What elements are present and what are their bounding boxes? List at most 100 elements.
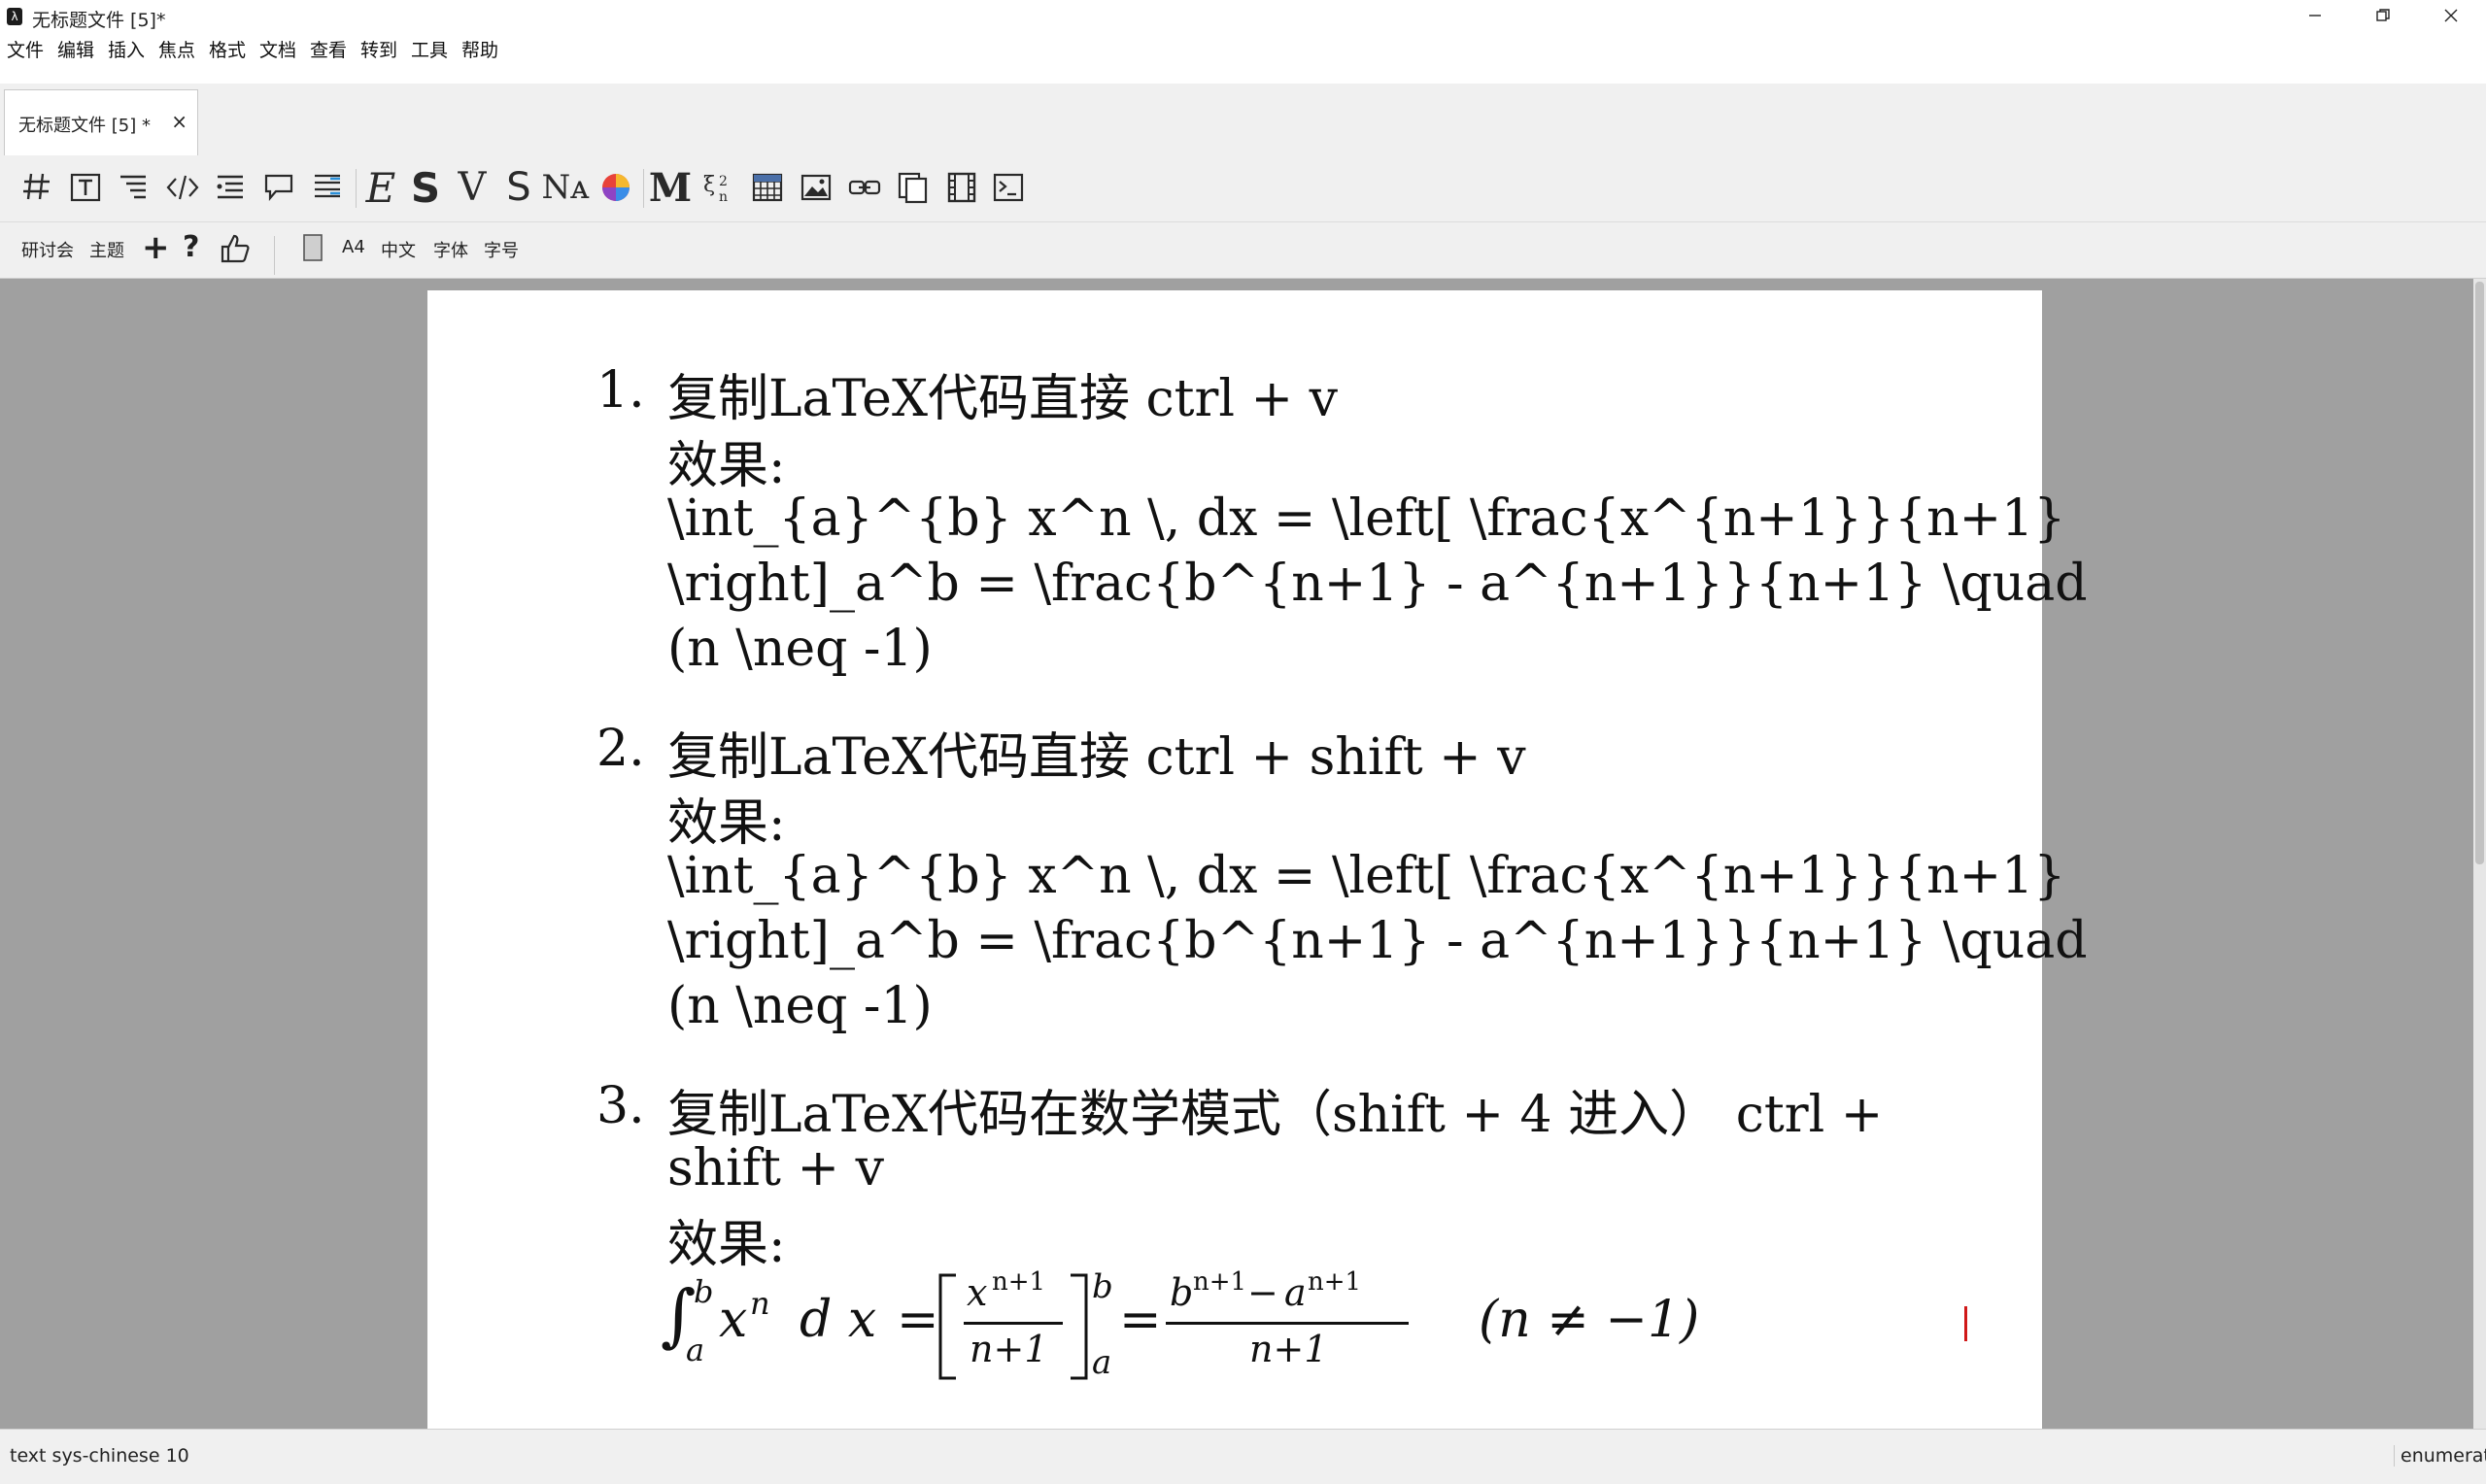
menu-help[interactable]: 帮助: [461, 36, 498, 62]
small-caps-icon[interactable]: Nᴀ: [542, 165, 590, 210]
scrollbar-thumb[interactable]: [2475, 282, 2484, 864]
menu-insert[interactable]: 插入: [108, 36, 145, 62]
page-icon[interactable]: [291, 226, 334, 271]
text-box-icon[interactable]: [64, 165, 107, 210]
tab-label: 无标题文件 [5] *: [18, 116, 151, 136]
emphasis-icon[interactable]: E: [359, 164, 402, 212]
document-toolbar: 研讨会 主题 + ? A4 中文 字体 字号: [0, 222, 2486, 279]
integrand-base: x: [719, 1291, 748, 1349]
effect-label: 效果:: [667, 437, 786, 495]
differential: d x: [800, 1291, 877, 1349]
formula-icon[interactable]: ξ2n: [698, 165, 740, 210]
latex-code-line: \int_{a}^{b} x^n \, dx = \left[ \frac{x^…: [667, 489, 2066, 548]
equals-sign: =: [897, 1291, 939, 1349]
svg-text:n: n: [719, 189, 728, 205]
equals-sign: =: [1119, 1291, 1162, 1349]
sans-serif-icon[interactable]: S: [497, 165, 540, 210]
status-mode: text sys-chinese 10: [10, 1445, 189, 1467]
restore-icon: [2376, 9, 2390, 21]
latex-code-line: (n \neq -1): [667, 977, 933, 1035]
fraction2-denominator: n+1: [1249, 1328, 1328, 1370]
menu-tools[interactable]: 工具: [411, 36, 448, 62]
status-context: enumerate: [2394, 1445, 2486, 1467]
table-icon[interactable]: [746, 165, 789, 210]
item-heading: 复制LaTeX代码直接 ctrl + v: [667, 370, 1339, 428]
help-button[interactable]: ?: [183, 230, 199, 264]
condition: (n ≠ −1): [1479, 1291, 1700, 1349]
strong-icon[interactable]: S: [404, 164, 447, 212]
color-wheel-icon[interactable]: [595, 165, 637, 210]
menu-file[interactable]: 文件: [7, 36, 44, 62]
fraction2-numerator-b-power: n+1: [1193, 1267, 1247, 1297]
item-heading: 复制LaTeX代码直接 ctrl + shift + v: [667, 728, 1526, 787]
text-cursor: [1964, 1306, 1967, 1341]
menu-go[interactable]: 转到: [360, 36, 397, 62]
integrand-power: n: [750, 1285, 770, 1322]
list-number: 1.: [596, 361, 645, 420]
font-size-button[interactable]: 字号: [484, 237, 519, 262]
bracket-upper-limit: b: [1092, 1267, 1113, 1306]
film-icon[interactable]: [940, 165, 983, 210]
status-bar: text sys-chinese 10 enumerate: [0, 1429, 2486, 1484]
terminal-icon[interactable]: [987, 165, 1030, 210]
texmacs-icon: λ: [7, 8, 22, 25]
list-number: 3.: [596, 1077, 645, 1135]
seminar-style-button[interactable]: 研讨会: [21, 237, 74, 262]
item-heading: 复制LaTeX代码在数学模式（shift + 4 进入） ctrl +: [667, 1086, 1884, 1144]
svg-text:ξ: ξ: [703, 173, 715, 197]
language-button[interactable]: 中文: [381, 237, 416, 262]
left-bracket: [938, 1273, 956, 1380]
right-bracket: [1071, 1273, 1088, 1380]
effect-label: 效果:: [667, 794, 786, 853]
toolbar-separator: [643, 169, 644, 208]
menu-format[interactable]: 格式: [209, 36, 246, 62]
menu-document[interactable]: 文档: [259, 36, 296, 62]
fraction1-bar: [964, 1322, 1063, 1325]
list-number: 2.: [596, 720, 645, 778]
menu-bar: 文件 编辑 插入 焦点 格式 文档 查看 转到 工具 帮助: [0, 33, 2486, 62]
fraction2-numerator-a-power: n+1: [1308, 1267, 1362, 1297]
menu-edit[interactable]: 编辑: [57, 36, 94, 62]
latex-code-line: \int_{a}^{b} x^n \, dx = \left[ \frac{x^…: [667, 847, 2066, 905]
fraction2-bar: [1166, 1322, 1409, 1325]
menu-view[interactable]: 查看: [310, 36, 347, 62]
add-package-button[interactable]: +: [142, 228, 170, 267]
bracket-lower-limit: a: [1092, 1343, 1112, 1382]
close-icon: [2444, 9, 2458, 22]
link-icon[interactable]: [843, 165, 886, 210]
paper-size-button[interactable]: A4: [342, 237, 365, 257]
theme-button[interactable]: 主题: [89, 237, 124, 262]
integral-lower: a: [686, 1332, 705, 1368]
close-window-button[interactable]: [2417, 0, 2485, 33]
latex-code-line: (n \neq -1): [667, 620, 933, 678]
menu-focus[interactable]: 焦点: [158, 36, 195, 62]
verbatim-icon[interactable]: V: [451, 165, 494, 210]
rendered-formula[interactable]: ∫ b a x n d x = x n+1 n+1 b a = b n+1 − …: [661, 1262, 1729, 1388]
thumbs-up-icon[interactable]: [214, 226, 256, 271]
minimize-button[interactable]: [2281, 0, 2349, 33]
latex-code-line: \right]_a^b = \frac{b^{n+1} - a^{n+1}}{n…: [667, 555, 2088, 613]
list-icon[interactable]: [210, 165, 253, 210]
comment-icon[interactable]: [258, 165, 301, 210]
paragraph-icon[interactable]: [307, 165, 350, 210]
fraction1-numerator: x: [967, 1271, 988, 1314]
font-button[interactable]: 字体: [433, 237, 468, 262]
math-mode-icon[interactable]: M: [649, 165, 692, 211]
code-icon[interactable]: [161, 165, 204, 210]
window-title: 无标题文件 [5]*: [32, 10, 166, 31]
tab-strip: 无标题文件 [5] * ×: [0, 84, 2486, 156]
document-page[interactable]: 1. 复制LaTeX代码直接 ctrl + v 效果: \int_{a}^{b}…: [427, 290, 2087, 1429]
indent-icon[interactable]: [113, 165, 155, 210]
section-icon[interactable]: [16, 165, 58, 210]
item-heading-continued: shift + v: [667, 1139, 884, 1197]
copy-icon[interactable]: [892, 165, 935, 210]
tab-document[interactable]: 无标题文件 [5] * ×: [4, 89, 198, 155]
main-toolbar: E S V S Nᴀ M ξ2n: [0, 155, 2486, 222]
title-bar: λ 无标题文件 [5]*: [0, 0, 2486, 33]
fraction2-numerator-b: b: [1170, 1271, 1194, 1314]
toolbar-separator: [356, 169, 357, 208]
tab-close-icon[interactable]: ×: [171, 110, 187, 133]
image-icon[interactable]: [795, 165, 837, 210]
fraction1-numerator-power: n+1: [992, 1267, 1046, 1297]
restore-button[interactable]: [2349, 0, 2417, 33]
